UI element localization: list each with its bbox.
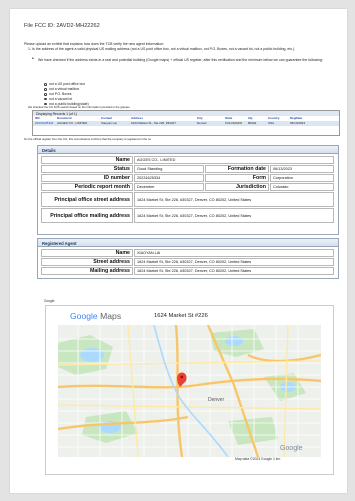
agent-name-value: XIAOYAN LAI: [134, 249, 334, 257]
company-name: AGGES CO., LIMITED: [134, 156, 334, 164]
status-label: Status: [41, 165, 133, 173]
map-address: 1624 Market St #226: [154, 313, 208, 319]
details-section: Details Name AGGES CO., LIMITED Status G…: [37, 145, 339, 235]
radio-icon: [44, 88, 47, 91]
search-note: We checked the CO SOS search based on th…: [28, 105, 130, 109]
bullet-icon: •: [32, 56, 34, 62]
principal-street-label: Principal office street address: [41, 192, 133, 207]
agent-name-label: Name: [41, 249, 133, 257]
agent-mailing-value: 1624 Market St, Ste 226, #30327, Denver,…: [134, 267, 334, 275]
periodic-report-label: Periodic report month: [41, 183, 133, 191]
radio-icon: [44, 92, 47, 96]
city-label: Denver: [208, 397, 224, 403]
verification-options: not a US post office box not a virtual m…: [44, 82, 89, 107]
status-value: Good Standing: [134, 165, 204, 173]
table-row: 20231625334 AGGES CO., LIMITED Xiaoyan L…: [33, 121, 339, 126]
google-watermark: Google: [280, 445, 303, 452]
formation-date-label: Formation date: [205, 165, 269, 173]
form-label: Form: [205, 174, 269, 182]
google-label: Google:: [44, 299, 56, 303]
map-header: Google Maps 1624 Market St #226: [46, 306, 333, 322]
verification-statement: We have checked if the address exists in…: [38, 58, 323, 62]
form-value: Corporation: [270, 174, 334, 182]
name-label: Name: [41, 156, 133, 164]
principal-mailing-label: Principal office mailing address: [41, 208, 133, 223]
document-page: File FCC ID: 2AVD2-MH22262 Please upload…: [10, 9, 347, 493]
fcc-id-title: File FCC ID: 2AVD2-MH22262: [24, 23, 100, 29]
registered-agent-section: Registered Agent Name XIAOYAN LAI Street…: [37, 238, 339, 279]
instructions-intro: Please upload an exhibit that explains h…: [24, 42, 165, 46]
map-canvas[interactable]: Denver Google: [58, 325, 321, 457]
lake: [80, 348, 104, 362]
details-table: Name AGGES CO., LIMITED Status Good Stan…: [40, 155, 335, 224]
agent-mailing-label: Mailing address: [41, 267, 133, 275]
periodic-report-value: December: [134, 183, 204, 191]
sos-search-results: Displaying Records 1 (of 1) ID# Document…: [32, 110, 340, 136]
registered-agent-heading: Registered Agent: [38, 239, 338, 247]
official-register-note: On the official register from the CO, th…: [24, 137, 151, 141]
registered-agent-table: Name XIAOYAN LAI Street address 1624 Mar…: [40, 248, 335, 276]
google-maps-screenshot: Google Maps 1624 Market St #226 Denver G…: [45, 305, 334, 475]
results-header-row: ID# Document Contact Address City State …: [35, 116, 303, 121]
instructions-item-1: 1- Is the address of the agent a valid p…: [28, 47, 296, 51]
agent-street-label: Street address: [41, 258, 133, 266]
map-data-footer: Map data ©2023 Google 1 km: [235, 457, 281, 461]
id-number-value: 20231625334: [134, 174, 204, 182]
details-heading: Details: [38, 146, 338, 154]
jurisdiction-value: Colorado: [270, 183, 334, 191]
agent-street-value: 1624 Market St, Ste 226, #30327, Denver,…: [134, 258, 334, 266]
google-maps-logo: Google Maps: [70, 311, 122, 321]
principal-mailing-value: 1624 Market St, Ste 226, #30327, Denver,…: [134, 208, 334, 223]
jurisdiction-label: Jurisdiction: [205, 183, 269, 191]
radio-icon: [44, 83, 47, 86]
radio-icon: [44, 97, 47, 101]
lake: [225, 336, 243, 346]
id-number-label: ID number: [41, 174, 133, 182]
formation-date-value: 06/13/2023: [270, 165, 334, 173]
principal-street-value: 1624 Market St, Ste 226, #30327, Denver,…: [134, 192, 334, 207]
